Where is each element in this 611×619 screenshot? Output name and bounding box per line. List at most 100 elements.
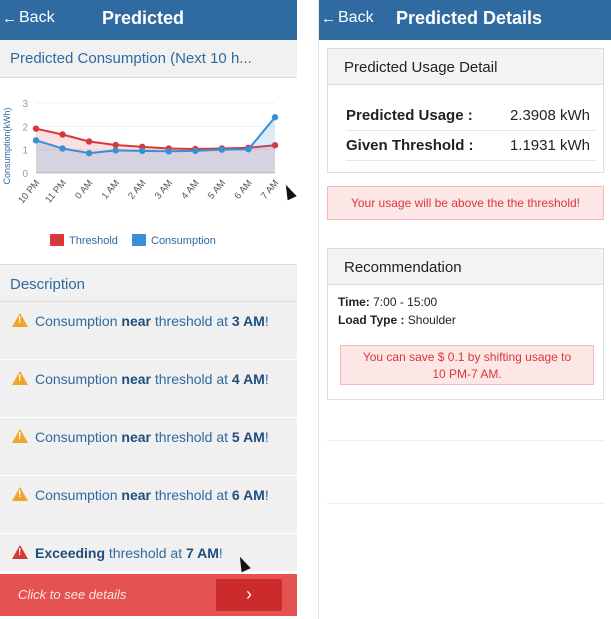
description-post: threshold at (150, 313, 232, 329)
usage-detail-panel: Predicted Usage Detail Predicted Usage :… (327, 48, 604, 173)
description-item: Consumption near threshold at 4 AM! (0, 360, 297, 418)
page-title: Predicted (102, 8, 185, 28)
description-tail: ! (264, 429, 269, 445)
description-item: Consumption near threshold at 5 AM! (0, 418, 297, 476)
navbar: ← Back Predicted (0, 0, 297, 40)
details-bar[interactable]: Click to see details › (0, 574, 297, 616)
load-type-value: Shoulder (404, 313, 456, 327)
description-post: threshold at (150, 487, 232, 503)
back-button[interactable]: ← Back (321, 9, 374, 27)
warning-icon (12, 429, 28, 443)
details-label: Click to see details (18, 587, 127, 602)
x-tick-label: 6 AM (232, 178, 254, 202)
x-tick-label: 3 AM (153, 178, 175, 202)
time-label: Time: (338, 295, 370, 309)
threshold-alert: Your usage will be above the the thresho… (327, 186, 604, 220)
description-pre: Consumption (35, 487, 122, 503)
description-pre: Consumption (35, 429, 122, 445)
data-point-consumption (165, 148, 172, 155)
description-time: 3 AM (231, 313, 265, 329)
description-post: threshold at (150, 429, 232, 445)
description-title: Description (0, 264, 297, 302)
legend-label-threshold: Threshold (69, 235, 118, 247)
load-type-label: Load Type : (338, 313, 405, 327)
page-title: Predicted Details (396, 8, 543, 28)
data-point-consumption (112, 147, 119, 154)
description-bold: near (121, 371, 151, 387)
legend-swatch-consumption (132, 234, 146, 246)
description-post: threshold at (105, 545, 186, 561)
description-tail: ! (264, 313, 269, 329)
data-point-threshold (85, 138, 93, 145)
divider (327, 503, 604, 504)
x-tick-label: 1 AM (100, 178, 122, 202)
description-bold: near (121, 313, 151, 329)
data-point-consumption (59, 145, 66, 152)
x-tick-label: 7 AM (259, 178, 281, 202)
description-time: 4 AM (231, 371, 265, 387)
data-point-threshold (32, 125, 40, 132)
threshold-row: Given Threshold : 1.1931 kWh (346, 131, 596, 161)
description-tail: ! (264, 487, 269, 503)
back-button[interactable]: ← Back (2, 9, 55, 27)
data-point-consumption (32, 137, 40, 144)
description-item: Exceeding threshold at 7 AM! (0, 534, 297, 572)
y-axis-label: Consumption(kWh) (2, 107, 12, 184)
description-time: 7 AM (185, 545, 219, 561)
predicted-usage-value: 2.3908 kWh (509, 107, 590, 124)
savings-line-2: 10 PM-7 AM. (432, 367, 502, 381)
data-point-consumption (218, 146, 226, 153)
back-arrow-icon: ← (2, 9, 17, 27)
data-point-consumption (139, 147, 146, 155)
x-tick-label: 4 AM (179, 178, 201, 202)
details-button[interactable]: › (216, 579, 282, 611)
description-item: Consumption near threshold at 6 AM! (0, 476, 297, 534)
description-time: 6 AM (231, 487, 265, 503)
legend-label-consumption: Consumption (151, 235, 216, 247)
predicted-details-screen: ← Back Predicted Details Predicted Usage… (318, 0, 611, 619)
x-tick-label: 5 AM (206, 178, 228, 202)
description-bold: near (121, 429, 151, 445)
time-line: Time: 7:00 - 15:00 (338, 295, 437, 309)
chart-card-title: Predicted Consumption (Next 10 h... (0, 40, 297, 78)
description-tail: ! (264, 371, 269, 387)
warning-icon (12, 487, 28, 501)
data-point-consumption (85, 149, 93, 157)
data-point-consumption (245, 146, 252, 153)
predicted-usage-label: Predicted Usage : (346, 107, 473, 124)
description-list: Consumption near threshold at 3 AM!Consu… (0, 302, 297, 572)
divider (327, 440, 604, 441)
x-tick-label: 10 PM (16, 178, 42, 206)
back-label: Back (338, 9, 374, 26)
chart-svg: 0 1 2 3 Consumption(kWh) 10 PM 11 PM 0 AM 1 AM 2 … (2, 99, 281, 247)
data-point-threshold (59, 131, 66, 138)
consumption-chart[interactable]: 0 1 2 3 Consumption(kWh) 10 PM 11 PM 0 AM 1 AM 2 … (0, 78, 297, 262)
danger-icon (12, 545, 28, 559)
app-root: ← Back Predicted Predicted Consumption (… (0, 0, 611, 619)
savings-message: You can save $ 0.1 by shifting usage to … (340, 345, 594, 385)
savings-line-1: You can save $ 0.1 by shifting usage to (362, 350, 572, 364)
y-tick-label: 0 (22, 169, 28, 180)
data-point-consumption (192, 147, 199, 155)
warning-icon (12, 371, 28, 385)
description-time: 5 AM (231, 429, 265, 445)
x-tick-label: 2 AM (126, 178, 148, 202)
predicted-screen: ← Back Predicted Predicted Consumption (… (0, 0, 297, 619)
description-item: Consumption near threshold at 3 AM! (0, 302, 297, 360)
time-value: 7:00 - 15:00 (369, 295, 438, 309)
warning-icon (12, 313, 28, 327)
recommendation-title: Recommendation (328, 249, 603, 285)
y-tick-label: 3 (22, 99, 28, 110)
usage-panel-title: Predicted Usage Detail (328, 49, 603, 85)
load-type-line: Load Type : Shoulder (338, 313, 456, 327)
threshold-value: 1.1931 kWh (509, 137, 590, 154)
description-pre: Consumption (35, 313, 122, 329)
back-arrow-icon: ← (321, 9, 336, 27)
recommendation-panel: Recommendation Time: 7:00 - 15:00 Load T… (327, 248, 604, 400)
back-label: Back (19, 9, 55, 26)
threshold-label: Given Threshold : (346, 137, 474, 154)
predicted-usage-row: Predicted Usage : 2.3908 kWh (346, 101, 596, 131)
description-bold: near (121, 487, 151, 503)
x-tick-label: 0 AM (73, 178, 95, 202)
y-tick-label: 2 (22, 122, 28, 133)
